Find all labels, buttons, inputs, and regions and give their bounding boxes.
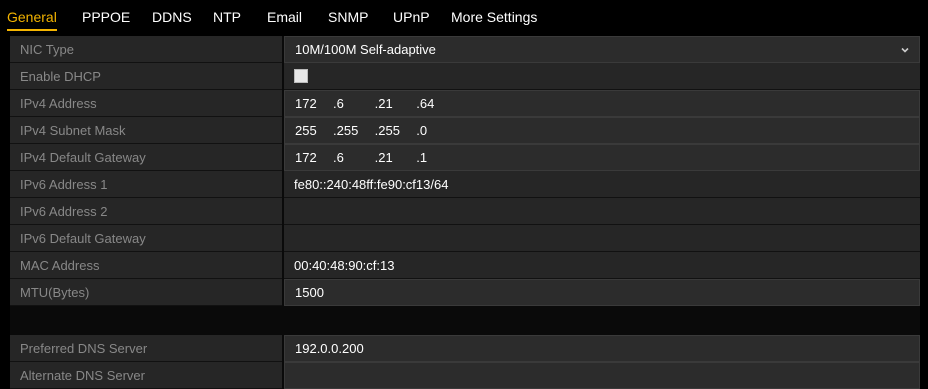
mac-address-label: MAC Address xyxy=(10,252,282,279)
ipv6-address-1-row: IPv6 Address 1 fe80::240:48ff:fe90:cf13/… xyxy=(10,171,920,198)
tab-pppoe[interactable]: PPPOE xyxy=(82,9,130,29)
ipv4-address-label: IPv4 Address xyxy=(10,90,282,117)
nic-type-row: NIC Type 10M/100M Self-adaptive xyxy=(10,36,920,63)
tab-upnp[interactable]: UPnP xyxy=(393,9,430,29)
mac-address-value: 00:40:48:90:cf:13 xyxy=(284,252,920,279)
ipv4-gateway-label: IPv4 Default Gateway xyxy=(10,144,282,171)
ipv6-address-2-row: IPv6 Address 2 xyxy=(10,198,920,225)
preferred-dns-label: Preferred DNS Server xyxy=(10,335,282,362)
ipv4-gateway-octet-3[interactable]: 21 xyxy=(378,150,416,165)
ipv4-subnet-octet-2[interactable]: 255 xyxy=(337,123,375,138)
tab-general[interactable]: General xyxy=(7,9,57,31)
ipv6-gateway-value xyxy=(284,225,920,252)
enable-dhcp-checkbox[interactable] xyxy=(294,69,308,83)
ipv4-subnet-label: IPv4 Subnet Mask xyxy=(10,117,282,144)
tab-email[interactable]: Email xyxy=(267,9,302,29)
ipv4-subnet-octet-1[interactable]: 255 xyxy=(295,123,333,138)
ipv6-address-1-label: IPv6 Address 1 xyxy=(10,171,282,198)
preferred-dns-input[interactable]: 192.0.0.200 xyxy=(284,335,920,362)
alternate-dns-label: Alternate DNS Server xyxy=(10,362,282,389)
ipv4-address-octet-2[interactable]: 6 xyxy=(337,96,375,111)
nic-type-select[interactable]: 10M/100M Self-adaptive xyxy=(284,36,920,63)
ipv6-address-2-value xyxy=(284,198,920,225)
ipv4-subnet-octet-4[interactable]: 0 xyxy=(420,123,458,138)
ipv4-subnet-octet-3[interactable]: 255 xyxy=(378,123,416,138)
enable-dhcp-row: Enable DHCP xyxy=(10,63,920,90)
ipv6-address-1-value: fe80::240:48ff:fe90:cf13/64 xyxy=(284,171,920,198)
mtu-input[interactable]: 1500 xyxy=(284,279,920,306)
tab-ddns[interactable]: DDNS xyxy=(152,9,192,29)
alternate-dns-input[interactable] xyxy=(284,362,920,389)
ipv4-gateway-octet-4[interactable]: 1 xyxy=(420,150,458,165)
ipv4-gateway-field[interactable]: 172. 6. 21. 1 xyxy=(284,144,920,171)
mac-address-row: MAC Address 00:40:48:90:cf:13 xyxy=(10,252,920,279)
chevron-down-icon xyxy=(901,47,909,53)
ipv4-subnet-field[interactable]: 255. 255. 255. 0 xyxy=(284,117,920,144)
alternate-dns-row: Alternate DNS Server xyxy=(10,362,920,389)
ipv4-gateway-row: IPv4 Default Gateway 172. 6. 21. 1 xyxy=(10,144,920,171)
ipv6-gateway-row: IPv6 Default Gateway xyxy=(10,225,920,252)
preferred-dns-row: Preferred DNS Server 192.0.0.200 xyxy=(10,335,920,362)
tab-bar: General PPPOE DDNS NTP Email SNMP UPnP M… xyxy=(0,0,928,34)
tab-ntp[interactable]: NTP xyxy=(213,9,241,29)
ipv6-address-2-label: IPv6 Address 2 xyxy=(10,198,282,225)
nic-type-label: NIC Type xyxy=(10,36,282,63)
mtu-label: MTU(Bytes) xyxy=(10,279,282,306)
nic-type-value: 10M/100M Self-adaptive xyxy=(295,42,436,57)
ipv4-gateway-octet-2[interactable]: 6 xyxy=(337,150,375,165)
tab-more-settings[interactable]: More Settings xyxy=(451,9,537,29)
ipv6-gateway-label: IPv6 Default Gateway xyxy=(10,225,282,252)
ipv4-subnet-row: IPv4 Subnet Mask 255. 255. 255. 0 xyxy=(10,117,920,144)
mtu-row: MTU(Bytes) 1500 xyxy=(10,279,920,306)
tab-snmp[interactable]: SNMP xyxy=(328,9,368,29)
ipv4-address-row: IPv4 Address 172. 6. 21. 64 xyxy=(10,90,920,117)
ipv4-address-octet-1[interactable]: 172 xyxy=(295,96,333,111)
enable-dhcp-label: Enable DHCP xyxy=(10,63,282,90)
ipv4-gateway-octet-1[interactable]: 172 xyxy=(295,150,333,165)
ipv4-address-field[interactable]: 172. 6. 21. 64 xyxy=(284,90,920,117)
network-settings-panel: NIC Type 10M/100M Self-adaptive Enable D… xyxy=(10,36,920,389)
ipv4-address-octet-4[interactable]: 64 xyxy=(420,96,458,111)
ipv4-address-octet-3[interactable]: 21 xyxy=(378,96,416,111)
